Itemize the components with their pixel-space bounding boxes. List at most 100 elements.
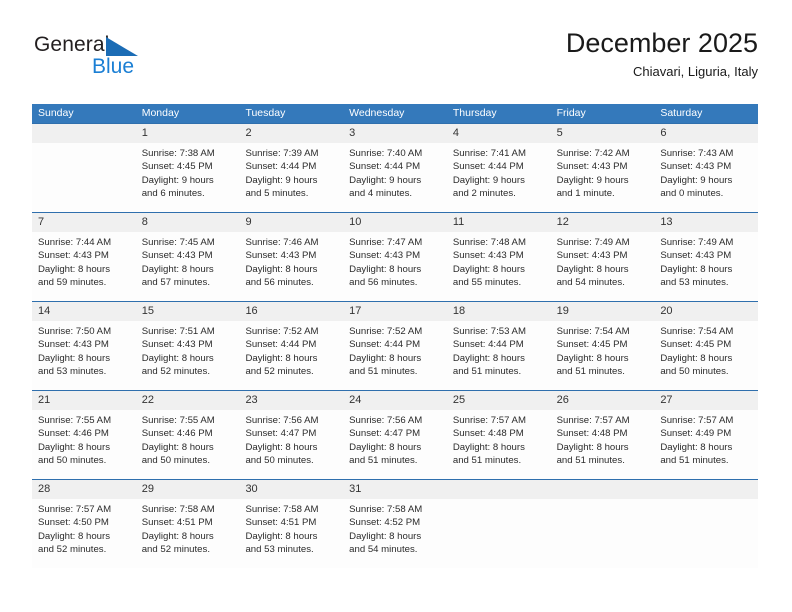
day-number[interactable]: 5 bbox=[551, 124, 655, 143]
day-cell[interactable]: Sunrise: 7:38 AM Sunset: 4:45 PM Dayligh… bbox=[136, 143, 240, 212]
sunrise-text: Sunrise: 7:53 AM bbox=[452, 326, 526, 337]
day-cell[interactable]: Sunrise: 7:54 AM Sunset: 4:45 PM Dayligh… bbox=[551, 321, 655, 390]
daylight-text-line1: Daylight: 8 hours bbox=[660, 352, 733, 364]
day-cell[interactable]: Sunrise: 7:57 AM Sunset: 4:50 PM Dayligh… bbox=[32, 499, 136, 568]
day-cell[interactable] bbox=[654, 499, 758, 568]
day-cell[interactable] bbox=[447, 499, 551, 568]
sunset-text: Sunset: 4:43 PM bbox=[349, 250, 421, 262]
sunrise-text: Sunrise: 7:57 AM bbox=[556, 415, 630, 426]
day-number[interactable]: 9 bbox=[239, 213, 343, 232]
day-cell[interactable]: Sunrise: 7:54 AM Sunset: 4:45 PM Dayligh… bbox=[654, 321, 758, 390]
day-number[interactable]: 26 bbox=[551, 391, 655, 410]
day-number[interactable]: 27 bbox=[654, 391, 758, 410]
day-number[interactable]: 16 bbox=[239, 302, 343, 321]
sunrise-text: Sunrise: 7:50 AM bbox=[38, 326, 112, 337]
sunset-text: Sunset: 4:43 PM bbox=[660, 161, 732, 173]
day-number[interactable]: 4 bbox=[447, 124, 551, 143]
day-cell[interactable]: Sunrise: 7:55 AM Sunset: 4:46 PM Dayligh… bbox=[136, 410, 240, 479]
day-number[interactable]: 31 bbox=[343, 480, 447, 499]
day-cell[interactable]: Sunrise: 7:44 AM Sunset: 4:43 PM Dayligh… bbox=[32, 232, 136, 301]
day-number[interactable]: 3 bbox=[343, 124, 447, 143]
day-number[interactable]: 30 bbox=[239, 480, 343, 499]
week-detail-band: Sunrise: 7:50 AM Sunset: 4:43 PM Dayligh… bbox=[32, 321, 758, 390]
daylight-text-line1: Daylight: 9 hours bbox=[141, 174, 214, 186]
day-cell[interactable] bbox=[32, 143, 136, 212]
day-number[interactable]: 25 bbox=[447, 391, 551, 410]
day-cell[interactable]: Sunrise: 7:56 AM Sunset: 4:47 PM Dayligh… bbox=[239, 410, 343, 479]
day-number[interactable]: 21 bbox=[32, 391, 136, 410]
day-cell[interactable]: Sunrise: 7:47 AM Sunset: 4:43 PM Dayligh… bbox=[343, 232, 447, 301]
logo-text-general: General bbox=[34, 33, 110, 56]
day-cell[interactable]: Sunrise: 7:58 AM Sunset: 4:51 PM Dayligh… bbox=[239, 499, 343, 568]
sunset-text: Sunset: 4:48 PM bbox=[452, 428, 524, 440]
day-number[interactable]: 7 bbox=[32, 213, 136, 232]
day-cell[interactable]: Sunrise: 7:45 AM Sunset: 4:43 PM Dayligh… bbox=[136, 232, 240, 301]
daylight-text-line2: and 50 minutes. bbox=[660, 365, 729, 377]
sunset-text: Sunset: 4:43 PM bbox=[556, 161, 628, 173]
day-number[interactable]: 6 bbox=[654, 124, 758, 143]
generalblue-logo[interactable]: General Blue bbox=[32, 34, 172, 90]
day-cell[interactable]: Sunrise: 7:57 AM Sunset: 4:49 PM Dayligh… bbox=[654, 410, 758, 479]
sunrise-text: Sunrise: 7:56 AM bbox=[349, 415, 423, 426]
sunset-text: Sunset: 4:49 PM bbox=[660, 428, 732, 440]
day-cell[interactable]: Sunrise: 7:52 AM Sunset: 4:44 PM Dayligh… bbox=[343, 321, 447, 390]
daylight-text-line1: Daylight: 8 hours bbox=[38, 441, 110, 453]
day-cell[interactable]: Sunrise: 7:42 AM Sunset: 4:43 PM Dayligh… bbox=[551, 143, 655, 212]
day-cell[interactable]: Sunrise: 7:55 AM Sunset: 4:46 PM Dayligh… bbox=[32, 410, 136, 479]
day-number[interactable]: 19 bbox=[551, 302, 655, 321]
day-cell[interactable]: Sunrise: 7:40 AM Sunset: 4:44 PM Dayligh… bbox=[343, 143, 447, 212]
daylight-text-line1: Daylight: 8 hours bbox=[349, 352, 422, 364]
day-number[interactable]: 23 bbox=[239, 391, 343, 410]
day-number[interactable]: 28 bbox=[32, 480, 136, 499]
day-cell[interactable]: Sunrise: 7:57 AM Sunset: 4:48 PM Dayligh… bbox=[447, 410, 551, 479]
day-cell[interactable]: Sunrise: 7:57 AM Sunset: 4:48 PM Dayligh… bbox=[551, 410, 655, 479]
day-number[interactable]: 12 bbox=[551, 213, 655, 232]
daylight-text-line1: Daylight: 8 hours bbox=[452, 352, 525, 364]
day-cell[interactable]: Sunrise: 7:48 AM Sunset: 4:43 PM Dayligh… bbox=[447, 232, 551, 301]
day-cell[interactable]: Sunrise: 7:58 AM Sunset: 4:52 PM Dayligh… bbox=[343, 499, 447, 568]
day-number[interactable] bbox=[551, 480, 655, 499]
day-cell[interactable]: Sunrise: 7:58 AM Sunset: 4:51 PM Dayligh… bbox=[136, 499, 240, 568]
day-number[interactable]: 1 bbox=[136, 124, 240, 143]
day-cell[interactable]: Sunrise: 7:46 AM Sunset: 4:43 PM Dayligh… bbox=[239, 232, 343, 301]
day-number[interactable]: 13 bbox=[654, 213, 758, 232]
day-number[interactable]: 11 bbox=[447, 213, 551, 232]
day-number[interactable]: 8 bbox=[136, 213, 240, 232]
day-cell[interactable]: Sunrise: 7:53 AM Sunset: 4:44 PM Dayligh… bbox=[447, 321, 551, 390]
day-cell[interactable]: Sunrise: 7:43 AM Sunset: 4:43 PM Dayligh… bbox=[654, 143, 758, 212]
week-detail-band: Sunrise: 7:38 AM Sunset: 4:45 PM Dayligh… bbox=[32, 143, 758, 212]
day-cell[interactable]: Sunrise: 7:50 AM Sunset: 4:43 PM Dayligh… bbox=[32, 321, 136, 390]
day-number[interactable]: 14 bbox=[32, 302, 136, 321]
sunrise-text: Sunrise: 7:46 AM bbox=[245, 237, 319, 248]
sunset-text: Sunset: 4:44 PM bbox=[452, 339, 524, 351]
day-cell[interactable] bbox=[551, 499, 655, 568]
day-cell[interactable]: Sunrise: 7:49 AM Sunset: 4:43 PM Dayligh… bbox=[654, 232, 758, 301]
daylight-text-line2: and 50 minutes. bbox=[245, 454, 314, 466]
day-cell[interactable]: Sunrise: 7:39 AM Sunset: 4:44 PM Dayligh… bbox=[239, 143, 343, 212]
day-number[interactable]: 15 bbox=[136, 302, 240, 321]
day-cell[interactable]: Sunrise: 7:49 AM Sunset: 4:43 PM Dayligh… bbox=[551, 232, 655, 301]
sunrise-text: Sunrise: 7:55 AM bbox=[141, 415, 215, 426]
day-number[interactable]: 20 bbox=[654, 302, 758, 321]
day-number[interactable]: 22 bbox=[136, 391, 240, 410]
day-cell[interactable]: Sunrise: 7:51 AM Sunset: 4:43 PM Dayligh… bbox=[136, 321, 240, 390]
day-number[interactable]: 29 bbox=[136, 480, 240, 499]
week-daynumber-band: 14 15 16 17 18 19 20 bbox=[32, 302, 758, 321]
day-number[interactable]: 17 bbox=[343, 302, 447, 321]
sunrise-text: Sunrise: 7:48 AM bbox=[452, 237, 526, 248]
day-cell[interactable]: Sunrise: 7:56 AM Sunset: 4:47 PM Dayligh… bbox=[343, 410, 447, 479]
sunrise-text: Sunrise: 7:49 AM bbox=[660, 237, 734, 248]
daylight-text-line1: Daylight: 8 hours bbox=[38, 352, 110, 364]
day-number[interactable] bbox=[654, 480, 758, 499]
day-number[interactable]: 2 bbox=[239, 124, 343, 143]
day-cell[interactable]: Sunrise: 7:52 AM Sunset: 4:44 PM Dayligh… bbox=[239, 321, 343, 390]
day-number[interactable]: 24 bbox=[343, 391, 447, 410]
day-number[interactable]: 18 bbox=[447, 302, 551, 321]
day-cell[interactable]: Sunrise: 7:41 AM Sunset: 4:44 PM Dayligh… bbox=[447, 143, 551, 212]
daylight-text-line1: Daylight: 8 hours bbox=[38, 263, 110, 275]
day-number[interactable]: 10 bbox=[343, 213, 447, 232]
day-number[interactable] bbox=[447, 480, 551, 499]
sunrise-text: Sunrise: 7:55 AM bbox=[38, 415, 112, 426]
day-number[interactable] bbox=[32, 124, 136, 143]
sunset-text: Sunset: 4:46 PM bbox=[38, 428, 109, 440]
